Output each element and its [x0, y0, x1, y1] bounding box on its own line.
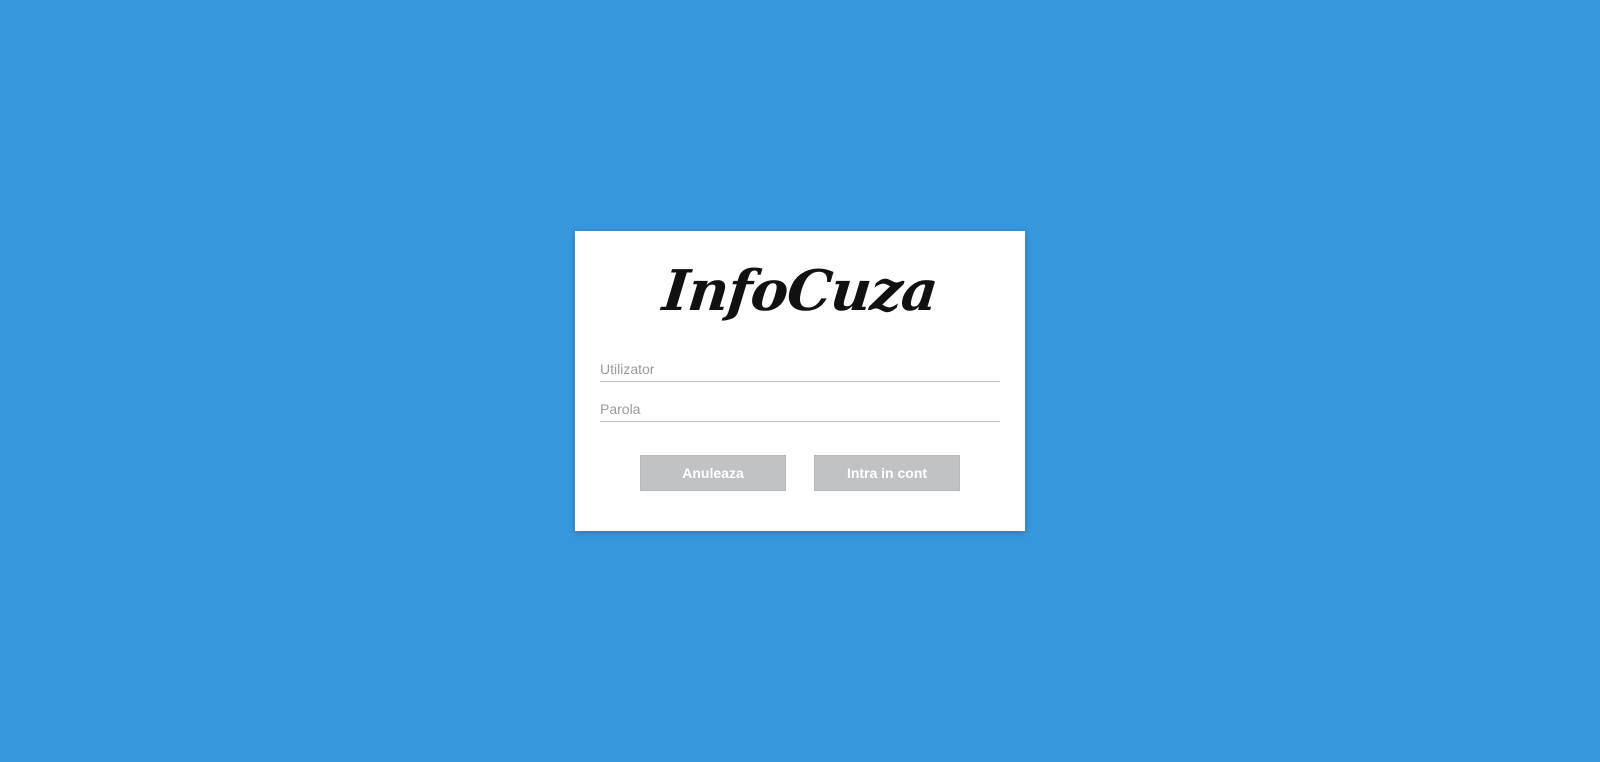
cancel-button[interactable]: Anuleaza	[640, 455, 786, 491]
login-button[interactable]: Intra in cont	[814, 455, 960, 491]
login-card: InfoCuza Anuleaza Intra in cont	[575, 231, 1025, 531]
username-input[interactable]	[600, 357, 1000, 382]
password-input[interactable]	[600, 397, 1000, 422]
app-logo: InfoCuza	[659, 258, 941, 324]
